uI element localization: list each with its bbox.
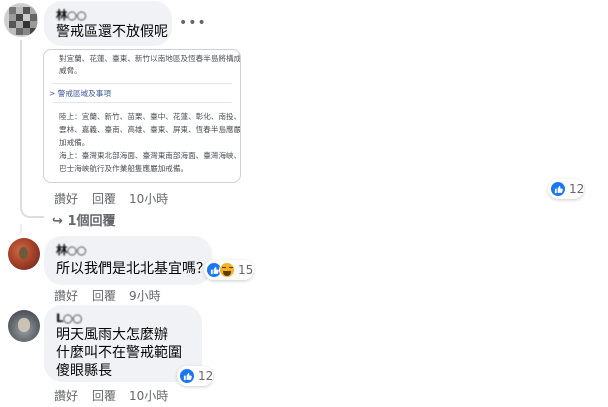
like-icon [179,368,195,384]
card-divider [52,83,232,84]
reaction-count: 12 [569,182,585,196]
card-text: 陸上：宜蘭、新竹、苗栗、臺中、花蓮、彰化、南投、 [59,112,241,121]
card-text: 加戒備。 [59,138,90,147]
comment-text: 所以我們是北北基宜嗎？ [56,261,210,277]
shared-image-card[interactable]: 對宜蘭、花蓮、臺東、新竹以南地區及恆春半島將構成 威脅。 > 警戒區域及事項 陸… [43,49,241,183]
timestamp[interactable]: 10小時 [129,190,168,207]
more-options-icon[interactable]: ••• [179,15,207,31]
like-icon [550,181,566,197]
card-divider [52,102,232,103]
comment-author[interactable]: 林○○ [56,242,87,258]
comment-actions: 讚好 回覆 9小時 [54,287,174,303]
reaction-summary[interactable]: 12 [548,179,584,199]
comment-actions: 讚好 回覆 10小時 [54,387,174,403]
reaction-summary[interactable]: 12 [177,366,213,386]
haha-icon [219,262,235,278]
comment-text: 明天風雨大怎麼辦 [56,327,168,343]
thread-line [20,40,22,188]
reply-action[interactable]: 回覆 [92,287,116,304]
comment-text: 警戒區還不放假呢 [56,24,168,40]
comment-bubble: 林○○ 所以我們是北北基宜嗎？ [44,236,212,285]
reaction-count: 15 [238,263,254,277]
reaction-summary[interactable]: 15 [204,260,254,280]
card-link[interactable]: > 警戒區域及事項 [49,88,111,99]
card-text: 海上：臺灣東北部海面、臺灣東南部海面、臺灣海峽、 [59,151,241,160]
card-text: 對宜蘭、花蓮、臺東、新竹以南地區及恆春半島將構成 [59,54,241,63]
like-action[interactable]: 讚好 [54,287,78,304]
avatar[interactable] [4,3,38,37]
reply-action[interactable]: 回覆 [92,387,116,404]
avatar[interactable] [8,238,40,270]
like-action[interactable]: 讚好 [54,190,78,207]
card-text: 威脅。 [59,66,82,75]
comment-text: 什麼叫不在警戒範圍 [56,345,182,361]
comment-actions: 讚好 回覆 10小時 [54,190,174,206]
thread-connector [20,188,44,218]
timestamp[interactable]: 10小時 [129,387,168,404]
timestamp[interactable]: 9小時 [129,287,161,304]
comment-author[interactable]: 林○○ [56,7,87,23]
comment-text: 傻眼縣長 [56,363,112,379]
thread-line [20,224,22,234]
reaction-count: 12 [198,369,214,383]
comment-bubble: 林○○ 警戒區還不放假呢 [44,1,172,46]
view-replies-label: 1個回覆 [67,214,116,229]
view-replies-link[interactable]: ↪ 1個回覆 [52,210,115,229]
card-text: 巴士海峽航行及作業船隻應嚴加戒備。 [59,164,189,173]
card-text: 雲林、嘉義、臺南、高雄、臺東、屏東、恆春半島應嚴 [59,125,241,134]
avatar[interactable] [8,310,40,342]
comment-author[interactable]: L○○ [56,311,82,325]
like-action[interactable]: 讚好 [54,387,78,404]
reply-action[interactable]: 回覆 [92,190,116,207]
reply-arrow-icon: ↪ [52,214,63,229]
